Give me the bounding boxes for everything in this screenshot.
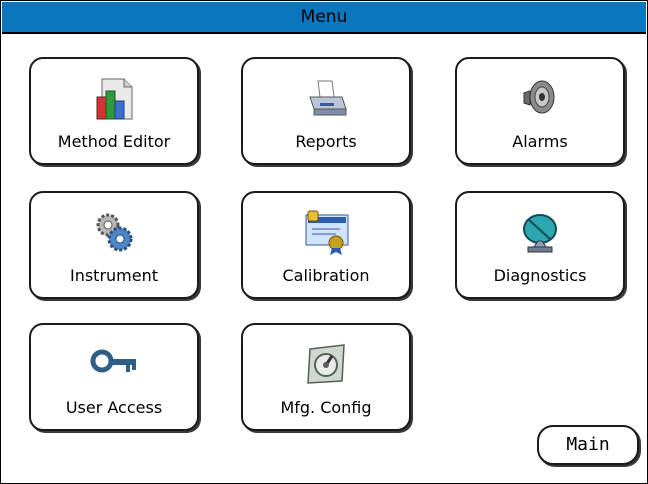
diagnostics-label: Diagnostics — [493, 266, 587, 285]
speaker-icon — [523, 80, 555, 114]
alarms-label: Alarms — [512, 132, 568, 151]
main-button[interactable]: Main — [537, 425, 639, 465]
calibration-label: Calibration — [282, 266, 370, 285]
printer-icon — [309, 80, 347, 116]
method-editor-icon — [96, 78, 133, 120]
reports-button[interactable]: Reports — [241, 57, 411, 165]
key-icon — [90, 349, 136, 373]
user-access-button[interactable]: User Access — [29, 323, 199, 431]
mfg-config-label: Mfg. Config — [280, 398, 372, 417]
user-access-label: User Access — [65, 398, 163, 417]
diagnostics-button[interactable]: Diagnostics — [455, 191, 625, 299]
menu-window: Menu Method Editor Reports Alarms Instru… — [0, 0, 648, 484]
dial-icon — [307, 344, 345, 384]
reports-label: Reports — [295, 132, 357, 151]
calibration-button[interactable]: Calibration — [241, 191, 411, 299]
method-editor-button[interactable]: Method Editor — [29, 57, 199, 165]
mfg-config-button[interactable]: Mfg. Config — [241, 323, 411, 431]
menu-title: Menu — [2, 2, 646, 34]
satellite-dish-icon — [523, 214, 557, 253]
instrument-label: Instrument — [69, 266, 159, 285]
gears-icon — [96, 213, 133, 252]
alarms-button[interactable]: Alarms — [455, 57, 625, 165]
instrument-button[interactable]: Instrument — [29, 191, 199, 299]
method-editor-label: Method Editor — [57, 132, 171, 151]
certificate-icon — [305, 210, 349, 255]
